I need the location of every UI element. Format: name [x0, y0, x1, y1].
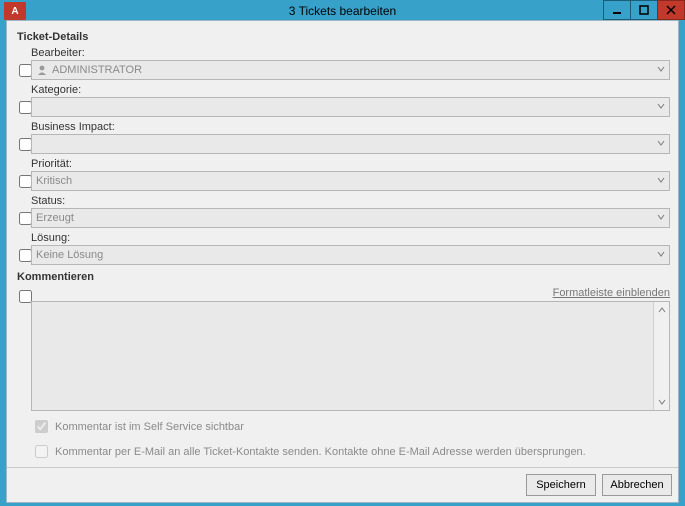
minimize-button[interactable]: [603, 0, 631, 20]
chevron-down-icon: [657, 101, 665, 113]
app-icon: A: [4, 2, 26, 20]
chevron-down-icon: [657, 175, 665, 187]
value-loesung: Keine Lösung: [36, 249, 103, 261]
row-bearbeiter: Bearbeiter: ADMINISTRATOR: [15, 47, 670, 80]
row-kategorie: Kategorie:: [15, 84, 670, 117]
cancel-button[interactable]: Abbrechen: [602, 474, 672, 496]
check-email-all: Kommentar per E-Mail an alle Ticket-Kont…: [31, 442, 670, 461]
save-button[interactable]: Speichern: [526, 474, 596, 496]
select-bearbeiter[interactable]: ADMINISTRATOR: [31, 60, 670, 80]
window-title: 3 Tickets bearbeiten: [0, 0, 685, 22]
label-prioritaet: Priorität:: [31, 158, 670, 170]
format-toolbar-link[interactable]: Formatleiste einblenden: [31, 287, 670, 299]
section-ticket-details: Ticket-Details: [17, 31, 670, 43]
label-status: Status:: [31, 195, 670, 207]
select-impact[interactable]: [31, 134, 670, 154]
maximize-icon: [639, 5, 649, 15]
label-bearbeiter: Bearbeiter:: [31, 47, 670, 59]
scroll-down-icon[interactable]: [654, 394, 669, 410]
row-loesung: Lösung: Keine Lösung: [15, 232, 670, 265]
client-area: Ticket-Details Bearbeiter: ADMINISTRATOR…: [6, 20, 679, 503]
select-prioritaet[interactable]: Kritisch: [31, 171, 670, 191]
kommentar-textarea[interactable]: [31, 301, 670, 411]
select-status[interactable]: Erzeugt: [31, 208, 670, 228]
window: A 3 Tickets bearbeiten Ticket-Details Be…: [0, 0, 685, 506]
textarea-scrollbar[interactable]: [653, 302, 669, 410]
self-service-checkbox[interactable]: [35, 420, 48, 433]
chevron-down-icon: [657, 64, 665, 76]
window-controls: [604, 0, 685, 20]
chevron-down-icon: [657, 249, 665, 261]
label-loesung: Lösung:: [31, 232, 670, 244]
close-icon: [666, 5, 676, 15]
select-kategorie[interactable]: [31, 97, 670, 117]
titlebar[interactable]: A 3 Tickets bearbeiten: [0, 0, 685, 20]
value-status: Erzeugt: [36, 212, 74, 224]
row-prioritaet: Priorität: Kritisch: [15, 158, 670, 191]
close-button[interactable]: [657, 0, 685, 20]
chevron-down-icon: [657, 138, 665, 150]
maximize-button[interactable]: [630, 0, 658, 20]
scroll-up-icon[interactable]: [654, 302, 669, 318]
row-impact: Business Impact:: [15, 121, 670, 154]
value-bearbeiter: ADMINISTRATOR: [52, 64, 142, 76]
check-self-service: Kommentar ist im Self Service sichtbar: [31, 417, 670, 436]
email-all-label: Kommentar per E-Mail an alle Ticket-Kont…: [55, 446, 586, 458]
select-loesung[interactable]: Keine Lösung: [31, 245, 670, 265]
footer: Speichern Abbrechen: [7, 467, 678, 502]
email-all-checkbox[interactable]: [35, 445, 48, 458]
label-impact: Business Impact:: [31, 121, 670, 133]
section-kommentieren: Kommentieren: [17, 271, 670, 283]
person-icon: [36, 64, 48, 76]
chevron-down-icon: [657, 212, 665, 224]
row-status: Status: Erzeugt: [15, 195, 670, 228]
label-kategorie: Kategorie:: [31, 84, 670, 96]
value-prioritaet: Kritisch: [36, 175, 72, 187]
self-service-label: Kommentar ist im Self Service sichtbar: [55, 421, 244, 433]
row-kommentar: Formatleiste einblenden Kommentar ist im…: [15, 287, 670, 461]
minimize-icon: [612, 5, 622, 15]
